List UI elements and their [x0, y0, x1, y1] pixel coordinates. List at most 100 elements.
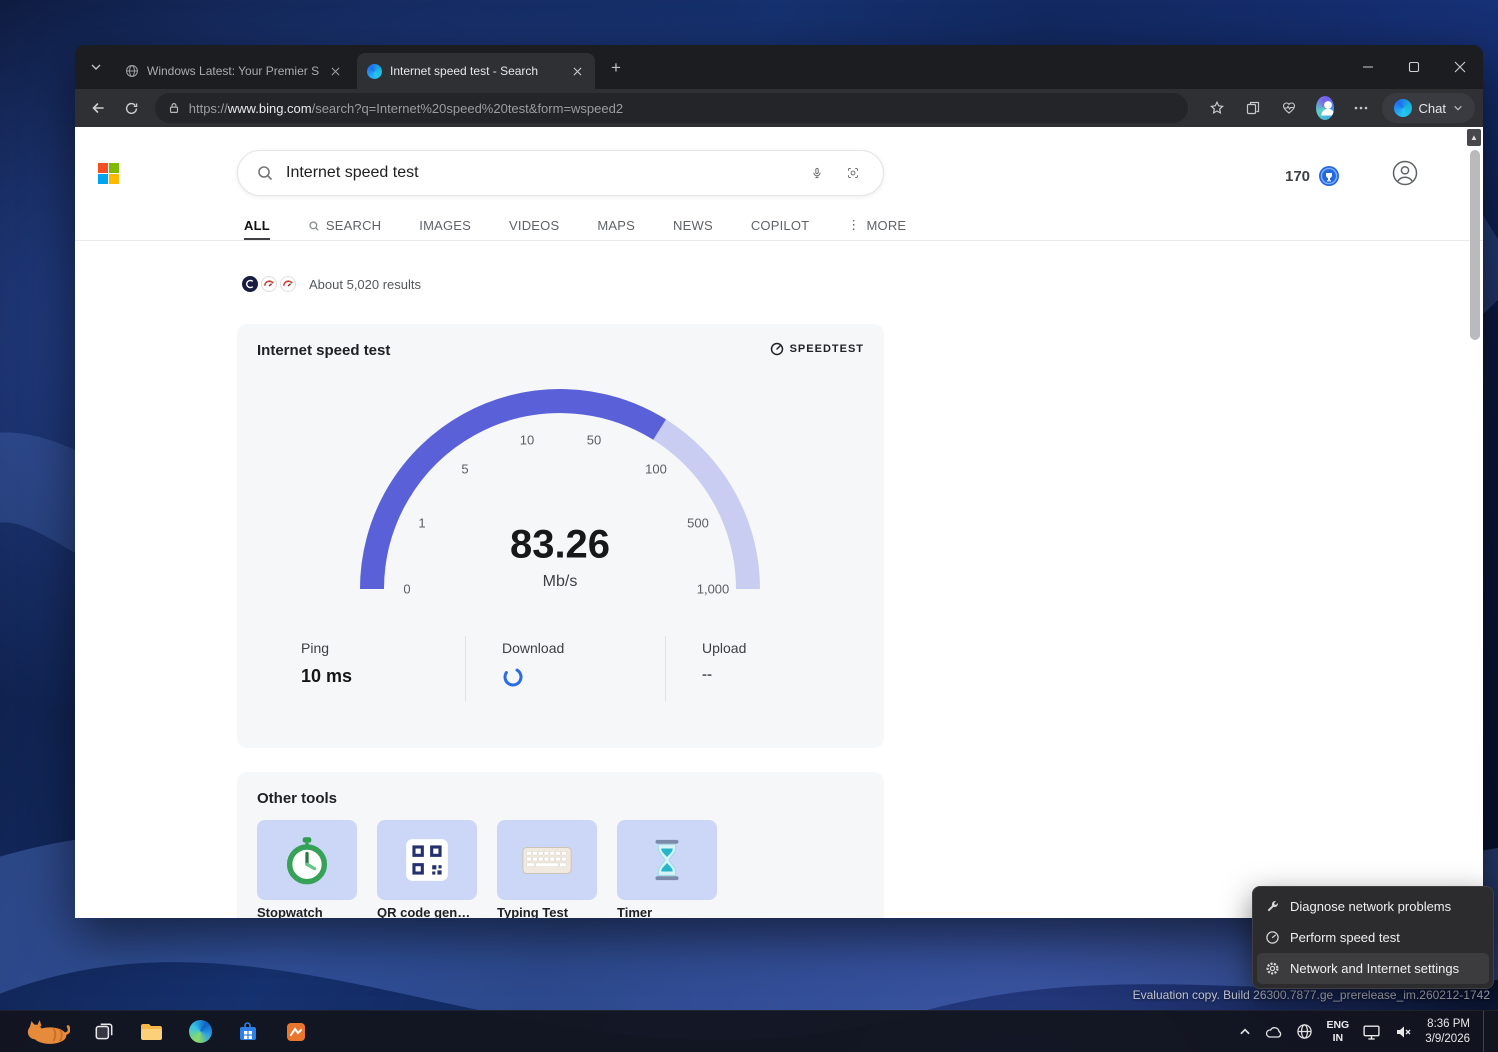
tool-labels: Stopwatch QR code generator Typing Test …: [257, 905, 717, 918]
hidden-icons-button[interactable]: [1238, 1025, 1252, 1039]
window-controls: [1345, 45, 1483, 89]
store-bag-icon: [237, 1021, 259, 1043]
other-tools-card: Other tools: [237, 772, 884, 918]
tool-label-stopwatch[interactable]: Stopwatch: [257, 905, 357, 918]
new-tab-button[interactable]: +: [603, 55, 629, 79]
tab-label: IMAGES: [419, 218, 471, 233]
browser-tab-active[interactable]: Internet speed test - Search: [357, 53, 595, 89]
tool-label-timer[interactable]: Timer: [617, 905, 717, 918]
close-tab-icon[interactable]: [569, 63, 585, 79]
tab-images[interactable]: IMAGES: [419, 218, 471, 241]
tab-label: SEARCH: [326, 218, 381, 233]
tab-videos[interactable]: VIDEOS: [509, 218, 559, 241]
chevron-down-icon: [90, 61, 102, 73]
back-button[interactable]: [83, 93, 113, 123]
typing-test-tile[interactable]: [497, 820, 597, 900]
download-label: Download: [502, 640, 665, 656]
scrollbar-thumb[interactable]: [1470, 150, 1480, 340]
upload-stat: Upload --: [665, 636, 884, 702]
speedtest-brand[interactable]: SPEEDTEST: [770, 342, 864, 356]
voice-search-button[interactable]: [805, 161, 829, 185]
scrollbar-up-arrow[interactable]: ▲: [1467, 129, 1481, 146]
search-box[interactable]: Internet speed test: [237, 150, 884, 196]
qr-code-tile[interactable]: [377, 820, 477, 900]
tab-all[interactable]: ALL: [244, 218, 270, 241]
tray-globe-button[interactable]: [1296, 1023, 1313, 1040]
menu-item-network-settings[interactable]: Network and Internet settings: [1257, 953, 1489, 984]
profile-avatar-button[interactable]: [1310, 93, 1340, 123]
back-arrow-icon: [90, 100, 106, 116]
tab-label: ALL: [244, 218, 270, 233]
close-tab-icon[interactable]: [327, 63, 343, 79]
tab-label: MORE: [867, 218, 907, 233]
close-window-button[interactable]: [1437, 45, 1483, 89]
tab-news[interactable]: NEWS: [673, 218, 713, 241]
browser-tab-inactive[interactable]: Windows Latest: Your Premier Sou: [115, 53, 353, 89]
address-bar[interactable]: https://www.bing.com/search?q=Internet%2…: [155, 93, 1188, 123]
qr-code-icon: [402, 835, 452, 885]
search-query: Internet speed test: [286, 164, 793, 182]
stopwatch-tile[interactable]: [257, 820, 357, 900]
gauge-scale-label: 100: [645, 462, 667, 477]
cat-widget-button[interactable]: [20, 1015, 76, 1049]
timer-tile[interactable]: [617, 820, 717, 900]
tray-cloud-button[interactable]: [1265, 1025, 1283, 1039]
visual-search-button[interactable]: [841, 161, 865, 185]
url-path: /search?q=Internet%20speed%20test&form=w…: [312, 101, 623, 116]
maximize-button[interactable]: [1391, 45, 1437, 89]
favorite-star-button[interactable]: [1202, 93, 1232, 123]
minimize-button[interactable]: [1345, 45, 1391, 89]
browser-essentials-button[interactable]: [1274, 93, 1304, 123]
file-explorer-button[interactable]: [132, 1015, 172, 1049]
tool-label-qr[interactable]: QR code generator: [377, 905, 477, 918]
url-domain: www.bing.com: [228, 101, 312, 116]
date: 3/9/2026: [1425, 1033, 1470, 1045]
wrench-icon: [1265, 899, 1280, 914]
ping-stat: Ping 10 ms: [237, 636, 465, 702]
search-nav-tabs: ALL SEARCH IMAGES VIDEOS MAPS NEWS COPIL…: [244, 213, 906, 241]
gauge-scale-label: 500: [687, 516, 709, 531]
profile-button[interactable]: [1391, 159, 1419, 187]
clock[interactable]: 8:36 PM 3/9/2026: [1425, 1017, 1470, 1047]
tab-label: NEWS: [673, 218, 713, 233]
network-button[interactable]: [1362, 1023, 1381, 1040]
rewards-points[interactable]: 170: [1285, 165, 1340, 187]
menu-item-speed-test[interactable]: Perform speed test: [1257, 922, 1489, 953]
desktop: Windows Latest: Your Premier Sou Interne…: [0, 0, 1498, 1052]
refresh-button[interactable]: [117, 93, 147, 123]
app-button-orange[interactable]: [276, 1015, 316, 1049]
language-switcher[interactable]: ENG IN: [1326, 1019, 1349, 1044]
tab-maps[interactable]: MAPS: [597, 218, 635, 241]
tools-row: [257, 820, 717, 900]
tab-more[interactable]: ⋮MORE: [847, 217, 906, 241]
edge-button[interactable]: [180, 1015, 220, 1049]
settings-more-button[interactable]: [1346, 93, 1376, 123]
result-favicons: [242, 276, 299, 292]
divider: [75, 240, 1483, 241]
rewards-count: 170: [1285, 168, 1310, 185]
results-count: About 5,020 results: [309, 277, 421, 292]
tab-title: Windows Latest: Your Premier Sou: [147, 64, 319, 78]
microsoft-store-button[interactable]: [228, 1015, 268, 1049]
menu-item-label: Network and Internet settings: [1290, 961, 1459, 976]
tool-label-typing[interactable]: Typing Test: [497, 905, 597, 918]
browser-window: Windows Latest: Your Premier Sou Interne…: [75, 45, 1483, 918]
tab-search[interactable]: SEARCH: [308, 218, 381, 241]
chat-button[interactable]: Chat: [1382, 93, 1475, 123]
tab-search-button[interactable]: [83, 55, 109, 79]
loading-spinner-icon: [502, 666, 524, 688]
chevron-up-icon: [1238, 1025, 1252, 1039]
taskbar: ENG IN 8:36 PM 3/9/2026: [0, 1010, 1498, 1052]
gauge-icon: [770, 342, 784, 356]
tab-copilot[interactable]: COPILOT: [751, 218, 809, 241]
task-view-button[interactable]: [84, 1015, 124, 1049]
site-favicon-dark: [242, 276, 258, 292]
ping-value: 10 ms: [301, 666, 465, 687]
microsoft-logo[interactable]: [98, 163, 119, 184]
volume-button[interactable]: [1394, 1024, 1412, 1040]
speed-gauge: 0 1 5 10 50 100 500 1,000 83.26 Mb/s: [330, 374, 790, 614]
show-desktop-button[interactable]: [1483, 1011, 1488, 1052]
collections-button[interactable]: [1238, 93, 1268, 123]
menu-item-diagnose[interactable]: Diagnose network problems: [1257, 891, 1489, 922]
minimize-icon: [1362, 61, 1374, 73]
